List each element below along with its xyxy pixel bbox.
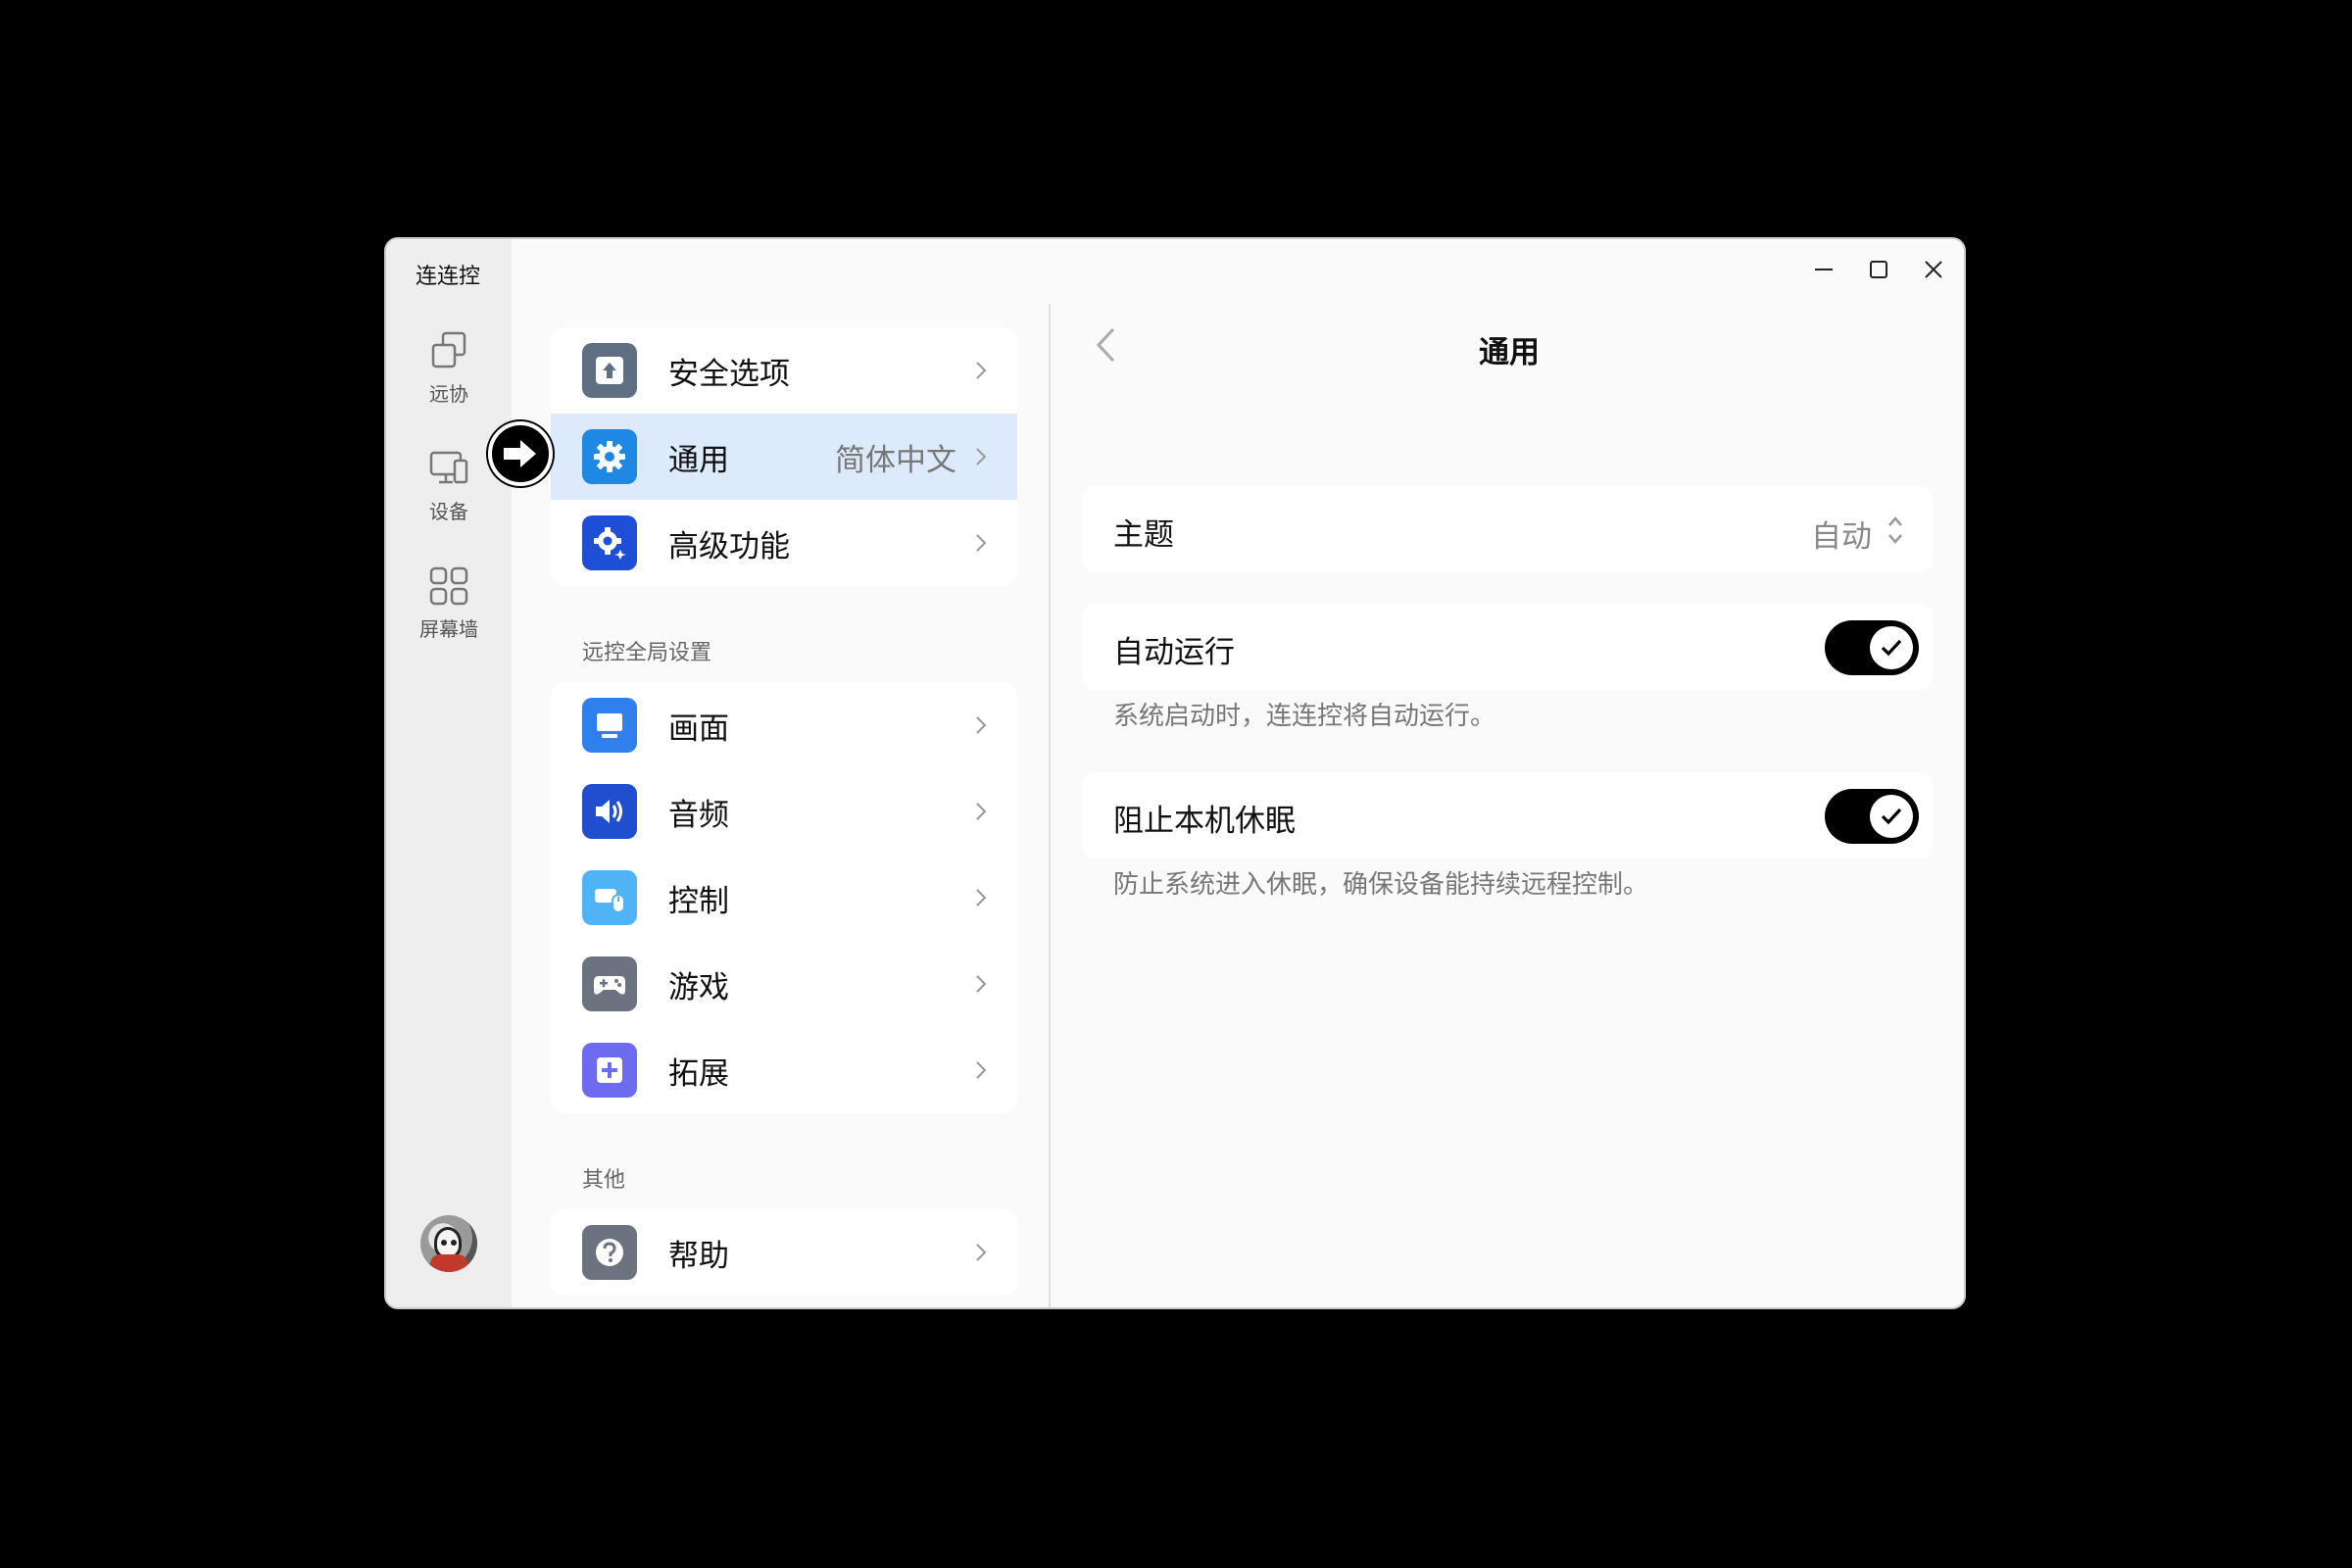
avatar-eye: [451, 1240, 457, 1246]
help-icon: [582, 1225, 637, 1280]
chevron-right-icon: [976, 1061, 987, 1079]
up-down-chevron-icon[interactable]: [1886, 514, 1905, 547]
settings-item-label: 控制: [668, 883, 729, 919]
settings-item-security[interactable]: 安全选项: [551, 327, 1017, 414]
autorun-toggle[interactable]: [1825, 620, 1919, 675]
theme-value: 自动: [1811, 519, 1872, 555]
settings-item-extension[interactable]: 拓展: [551, 1027, 1017, 1113]
rail-label-devices: 设备: [429, 500, 468, 523]
settings-item-label: 音频: [668, 797, 729, 833]
window-controls: [1803, 249, 1954, 290]
mouse-keyboard-icon: [582, 870, 637, 925]
advanced-gear-icon: [582, 515, 637, 570]
gear-icon: [582, 429, 637, 484]
settings-list: 安全选项 通用 简体中文 高级功能 远控全局设置 画面 音频 控制 游戏 拓展 …: [512, 239, 1053, 1307]
settings-item-label: 拓展: [668, 1055, 729, 1092]
maximize-icon: [1870, 261, 1887, 278]
maximize-button[interactable]: [1858, 249, 1899, 290]
language-value: 简体中文: [835, 442, 956, 478]
nosleep-description: 防止系统进入休眠，确保设备能持续远程控制。: [1113, 870, 1649, 900]
rail-label-remote-assist: 远协: [429, 382, 468, 406]
theme-label: 主题: [1113, 517, 1174, 553]
autorun-label: 自动运行: [1113, 635, 1235, 670]
nosleep-label: 阻止本机休眠: [1113, 804, 1296, 839]
chevron-right-icon: [976, 975, 987, 993]
checkmark-icon: [1881, 639, 1902, 657]
chevron-right-icon: [976, 1244, 987, 1261]
section-label-remote: 远控全局设置: [582, 641, 712, 665]
pointer-arrow-icon: [488, 421, 553, 486]
copy-windows-icon: [431, 331, 466, 368]
chevron-right-icon: [976, 716, 987, 734]
settings-item-advanced[interactable]: 高级功能: [551, 500, 1017, 586]
settings-item-control[interactable]: 控制: [551, 855, 1017, 941]
theme-row[interactable]: 主题 自动: [1082, 486, 1933, 572]
minimize-icon: [1815, 269, 1833, 270]
card-top-settings: 安全选项 通用 简体中文 高级功能: [551, 327, 1017, 586]
settings-item-label: 安全选项: [668, 356, 790, 392]
settings-item-general[interactable]: 通用 简体中文: [551, 414, 1017, 500]
app-title: 连连控: [416, 265, 481, 289]
settings-item-label: 帮助: [668, 1238, 729, 1274]
settings-item-help[interactable]: 帮助: [551, 1209, 1017, 1296]
rail-item-remote-assist[interactable]: 远协: [386, 329, 512, 407]
nosleep-row: 阻止本机休眠: [1082, 772, 1933, 858]
plus-icon: [582, 1043, 637, 1098]
monitor-icon: [582, 698, 637, 753]
chevron-right-icon: [976, 803, 987, 820]
card-other-settings: 帮助: [551, 1209, 1017, 1296]
minimize-button[interactable]: [1803, 249, 1844, 290]
rail-label-screen-wall: 屏幕墙: [419, 617, 478, 641]
settings-item-label: 游戏: [668, 969, 729, 1005]
close-button[interactable]: [1913, 249, 1954, 290]
app-window: 连连控 远协 设备 屏幕墙 安全选项 通用 简体中文 高级功能 远控全局设置 画…: [384, 237, 1966, 1309]
detail-panel: 通用 主题 自动 自动运行 系统启动时，连连控将自动运行。 阻止本机休眠 防止系…: [1051, 239, 1964, 1307]
avatar-eye: [441, 1240, 447, 1246]
autorun-description: 系统启动时，连连控将自动运行。: [1113, 702, 1496, 731]
settings-item-label: 通用: [668, 442, 729, 478]
side-rail: 连连控 远协 设备 屏幕墙: [386, 239, 512, 1307]
toggle-knob: [1870, 626, 1913, 669]
checkmark-icon: [1881, 808, 1902, 825]
chevron-right-icon: [976, 362, 987, 379]
section-label-other: 其他: [582, 1168, 626, 1193]
rail-item-screen-wall[interactable]: 屏幕墙: [386, 564, 512, 642]
detail-title: 通用: [1479, 335, 1540, 370]
settings-item-audio[interactable]: 音频: [551, 768, 1017, 855]
avatar-body: [430, 1254, 467, 1272]
avatar[interactable]: [420, 1215, 477, 1272]
grid-icon: [429, 566, 468, 606]
chevron-right-icon: [976, 534, 987, 552]
gamepad-icon: [582, 956, 637, 1011]
settings-item-label: 高级功能: [668, 528, 790, 564]
speaker-icon: [582, 784, 637, 839]
chevron-right-icon: [976, 448, 987, 466]
settings-item-display[interactable]: 画面: [551, 682, 1017, 768]
settings-item-game[interactable]: 游戏: [551, 941, 1017, 1027]
upload-shield-icon: [582, 343, 637, 398]
devices-icon: [429, 451, 468, 484]
nosleep-toggle[interactable]: [1825, 789, 1919, 844]
settings-item-label: 画面: [668, 710, 729, 747]
autorun-row: 自动运行: [1082, 604, 1933, 690]
toggle-knob: [1870, 795, 1913, 838]
close-icon: [1925, 261, 1942, 278]
chevron-right-icon: [976, 889, 987, 906]
card-remote-settings: 画面 音频 控制 游戏 拓展: [551, 682, 1017, 1113]
